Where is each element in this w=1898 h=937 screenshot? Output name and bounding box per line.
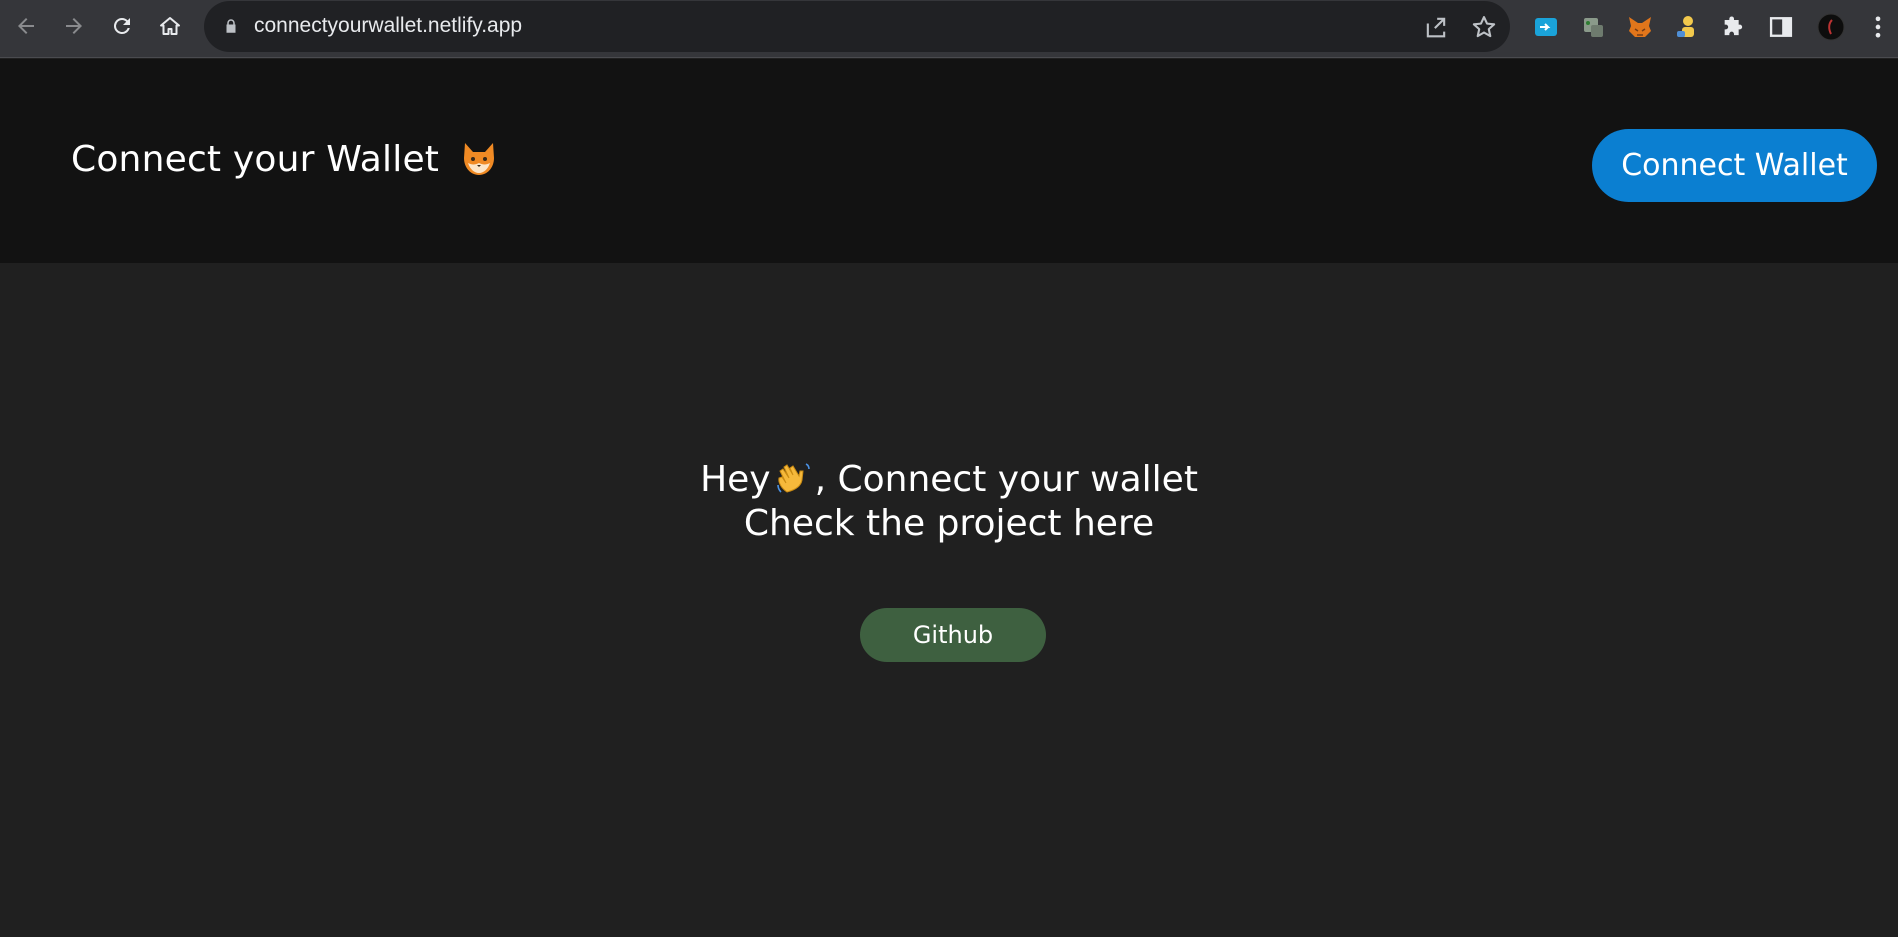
back-button[interactable]	[6, 6, 46, 46]
hero-greeting: Hey , Connect your wallet	[0, 458, 1898, 502]
site-title: Connect your Wallet	[71, 139, 499, 180]
side-panel-icon[interactable]	[1765, 11, 1797, 43]
home-icon	[160, 17, 180, 35]
puzzle-icon[interactable]	[1718, 11, 1750, 43]
extension-bot-icon[interactable]	[1577, 11, 1609, 43]
reload-button[interactable]	[102, 6, 142, 46]
share-icon[interactable]	[1422, 13, 1450, 41]
github-button[interactable]: Github	[860, 608, 1046, 662]
hero-greeting-start: Hey	[700, 459, 771, 500]
home-button[interactable]	[150, 6, 190, 46]
metamask-fox-icon[interactable]	[1624, 11, 1656, 43]
fox-emoji-icon	[463, 143, 494, 175]
site-title-text: Connect your Wallet	[71, 139, 440, 180]
star-icon[interactable]	[1470, 13, 1498, 41]
extension-screen-icon[interactable]	[1530, 11, 1562, 43]
arrow-right-icon	[66, 18, 82, 34]
extension-character-icon[interactable]	[1671, 11, 1703, 43]
browser-toolbar: connectyourwallet.netlify.app	[0, 0, 1898, 58]
address-bar[interactable]: connectyourwallet.netlify.app	[204, 1, 1510, 52]
site-header: Connect your Wallet Connect Wallet	[0, 59, 1898, 263]
profile-avatar[interactable]	[1815, 11, 1847, 43]
kebab-menu-icon[interactable]	[1862, 11, 1894, 43]
hero: Hey , Connect your wallet Check the proj…	[0, 458, 1898, 546]
reload-icon	[114, 17, 130, 34]
url-text[interactable]: connectyourwallet.netlify.app	[254, 14, 522, 38]
hero-greeting-end: , Connect your wallet	[814, 459, 1198, 500]
hero-subtitle: Check the project here	[743, 503, 1155, 544]
arrow-left-icon	[18, 18, 34, 34]
connect-wallet-button[interactable]: Connect Wallet	[1592, 129, 1877, 202]
lock-icon	[226, 19, 236, 33]
forward-button[interactable]	[54, 6, 94, 46]
waving-hand-icon	[776, 463, 810, 493]
